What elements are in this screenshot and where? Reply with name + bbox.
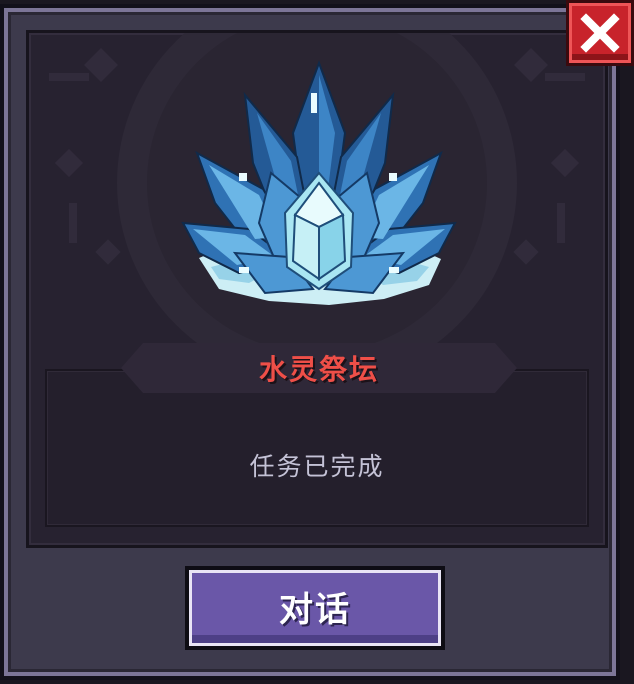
close-button[interactable] — [566, 0, 634, 66]
dialog-frame: 任务已完成 水灵祭坛 对话 — [0, 4, 620, 680]
close-x-icon — [580, 13, 620, 53]
quest-status-text: 任务已完成 — [249, 452, 385, 481]
talk-button-label: 对话 — [279, 589, 351, 630]
water-crystal-shrine-icon — [181, 60, 457, 305]
content-panel: 任务已完成 水灵祭坛 — [26, 30, 608, 548]
talk-button[interactable]: 对话 — [185, 566, 445, 650]
shrine-name-banner: 水灵祭坛 — [121, 343, 517, 393]
shrine-name: 水灵祭坛 — [258, 353, 379, 386]
